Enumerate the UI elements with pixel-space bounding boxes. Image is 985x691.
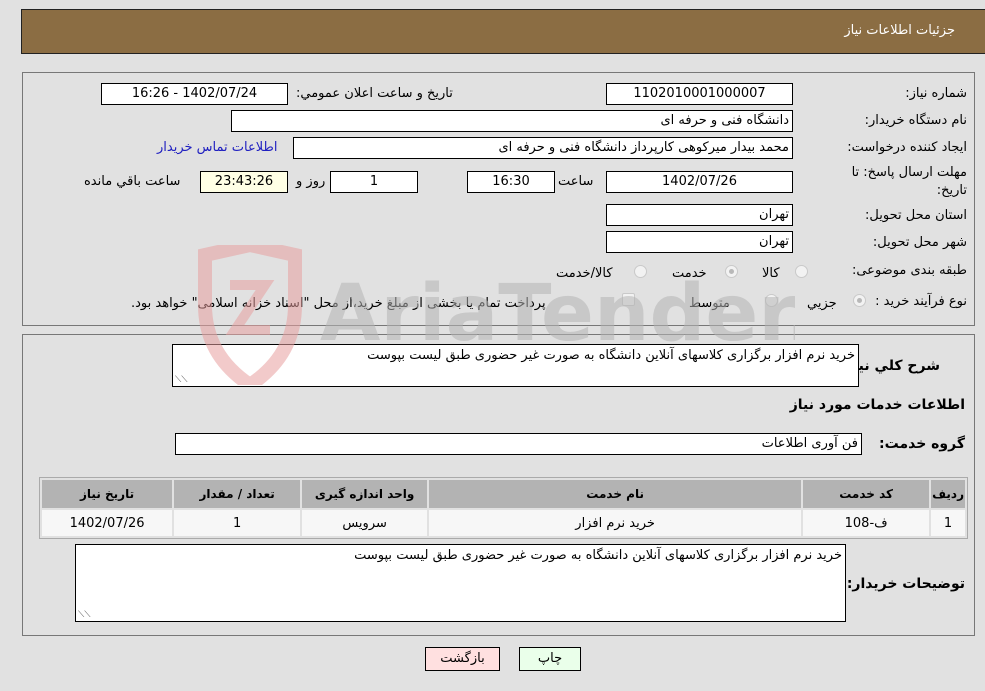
deadline-label-line1: مهلت ارسال پاسخ: تا bbox=[851, 165, 967, 180]
cell-quantity: 1 bbox=[174, 510, 301, 536]
resize-grip-icon[interactable]: ⟋⟋ bbox=[175, 375, 188, 385]
buyer-notes-text: خرید نرم افزار برگزاری کلاسهای آنلاین دا… bbox=[354, 548, 842, 563]
category-radio-service[interactable] bbox=[725, 265, 738, 278]
cell-unit: سرویس bbox=[302, 510, 428, 536]
buyer-notes-label: توضیحات خریدار: bbox=[846, 576, 965, 592]
resize-grip-icon[interactable]: ⟋⟋ bbox=[78, 610, 91, 620]
purchase-type-label: نوع فرآیند خرید : bbox=[875, 294, 967, 309]
purchase-type-radio-minor[interactable] bbox=[853, 294, 866, 307]
remaining-time-label: ساعت باقي مانده bbox=[84, 174, 181, 189]
col-header-quantity: تعداد / مقدار bbox=[174, 480, 301, 508]
cell-service-code: ف-108 bbox=[803, 510, 930, 536]
service-group-field[interactable]: فن آوری اطلاعات bbox=[175, 433, 862, 455]
buyer-contact-link[interactable]: اطلاعات تماس خریدار bbox=[157, 140, 277, 155]
print-button[interactable]: چاپ bbox=[519, 647, 581, 671]
treasury-checkbox[interactable] bbox=[622, 293, 635, 306]
deadline-time-field[interactable]: 16:30 bbox=[467, 171, 555, 193]
category-option-service: خدمت bbox=[672, 266, 707, 281]
col-header-service-code: کد خدمت bbox=[803, 480, 930, 508]
table-header-row: ردیف کد خدمت نام خدمت واحد اندازه گیری ت… bbox=[42, 480, 965, 508]
category-option-goods: کالا bbox=[762, 266, 780, 281]
back-button[interactable]: بازگشت bbox=[425, 647, 500, 671]
remaining-time-field: 23:43:26 bbox=[200, 171, 288, 193]
category-label: طبقه بندی موضوعی: bbox=[851, 263, 967, 278]
services-table: ردیف کد خدمت نام خدمت واحد اندازه گیری ت… bbox=[39, 477, 968, 539]
service-group-label: گروه خدمت: bbox=[879, 436, 965, 452]
cell-service-name: خرید نرم افزار bbox=[429, 510, 802, 536]
province-field[interactable]: تهران bbox=[606, 204, 793, 226]
table-row: 1 ف-108 خرید نرم افزار سرویس 1 1402/07/2… bbox=[42, 510, 965, 536]
category-radio-goods[interactable] bbox=[795, 265, 808, 278]
announce-datetime-field[interactable]: 1402/07/24 - 16:26 bbox=[101, 83, 288, 105]
category-option-goods-service: کالا/خدمت bbox=[556, 266, 613, 281]
col-header-need-date: تاریخ نیاز bbox=[42, 480, 173, 508]
deadline-time-label: ساعت bbox=[558, 174, 594, 189]
announce-datetime-label: تاریخ و ساعت اعلان عمومي: bbox=[296, 86, 453, 101]
page-title: جزئیات اطلاعات نیاز bbox=[844, 23, 955, 38]
col-header-unit: واحد اندازه گیری bbox=[302, 480, 428, 508]
days-field[interactable]: 1 bbox=[330, 171, 418, 193]
page-header: جزئیات اطلاعات نیاز bbox=[21, 9, 985, 54]
purchase-type-option-minor: جزيي bbox=[807, 296, 837, 311]
description-textarea[interactable]: خرید نرم افزار برگزاری کلاسهای آنلاین دا… bbox=[172, 344, 859, 387]
cell-row-number: 1 bbox=[931, 510, 965, 536]
city-field[interactable]: تهران bbox=[606, 231, 793, 253]
col-header-row-number: ردیف bbox=[931, 480, 965, 508]
requester-label: ایجاد کننده درخواست: bbox=[847, 140, 967, 155]
cell-need-date: 1402/07/26 bbox=[42, 510, 173, 536]
requester-field[interactable]: محمد بیدار میرکوهی کارپرداز دانشگاه فنی … bbox=[293, 137, 793, 159]
need-number-label: شماره نیاز: bbox=[905, 86, 967, 101]
col-header-service-name: نام خدمت bbox=[429, 480, 802, 508]
deadline-date-field[interactable]: 1402/07/26 bbox=[606, 171, 793, 193]
buyer-notes-textarea[interactable]: خرید نرم افزار برگزاری کلاسهای آنلاین دا… bbox=[75, 544, 846, 622]
days-label: روز و bbox=[296, 174, 326, 189]
description-text: خرید نرم افزار برگزاری کلاسهای آنلاین دا… bbox=[367, 348, 855, 363]
buyer-org-label: نام دستگاه خریدار: bbox=[864, 113, 967, 128]
buyer-org-field[interactable]: دانشگاه فنی و حرفه ای bbox=[231, 110, 793, 132]
province-label: استان محل تحویل: bbox=[865, 208, 967, 223]
category-radio-goods-service[interactable] bbox=[634, 265, 647, 278]
services-heading: اطلاعات خدمات مورد نیاز bbox=[789, 397, 965, 413]
city-label: شهر محل تحویل: bbox=[872, 235, 967, 250]
deadline-label-line2: تاریخ: bbox=[936, 183, 967, 198]
purchase-type-option-medium: متوسط bbox=[689, 296, 730, 311]
purchase-type-radio-medium[interactable] bbox=[765, 294, 778, 307]
need-number-field[interactable]: 1102010001000007 bbox=[606, 83, 793, 105]
treasury-note: پرداخت تمام یا بخشی از مبلغ خرید،از محل … bbox=[131, 296, 546, 311]
